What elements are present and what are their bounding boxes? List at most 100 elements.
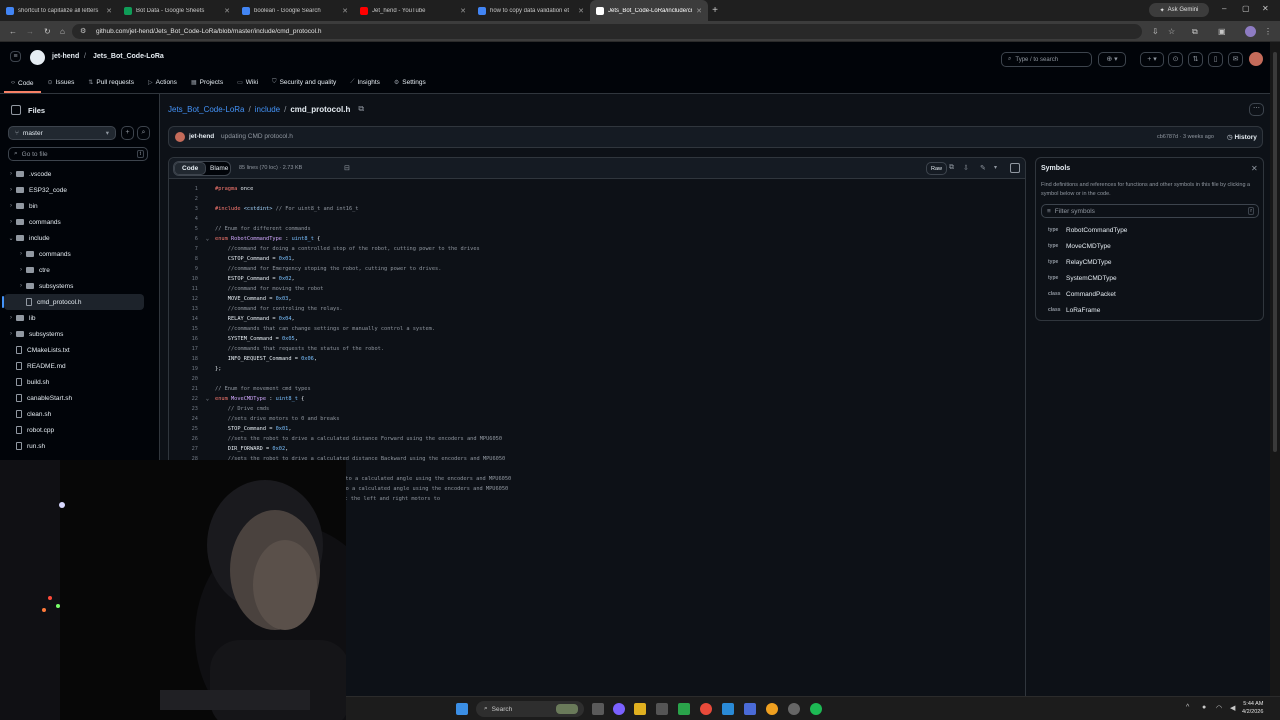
- line-number[interactable]: 25: [169, 426, 200, 432]
- browser-tab[interactable]: shortcut to capitalize all letters ✕: [0, 0, 118, 21]
- close-tab-icon[interactable]: ✕: [342, 7, 348, 15]
- line-number[interactable]: 9: [169, 266, 200, 272]
- symbols-panel-toggle-icon[interactable]: [1010, 163, 1020, 173]
- chrome-icon[interactable]: [766, 703, 778, 715]
- repo-nav-settings[interactable]: ⚙ Settings: [387, 75, 433, 89]
- close-tab-icon[interactable]: ✕: [460, 7, 466, 15]
- file-tree-item[interactable]: › ctre: [0, 262, 158, 278]
- line-number[interactable]: 17: [169, 346, 200, 352]
- file-tree-item[interactable]: run.sh: [0, 438, 158, 454]
- file-tree-item[interactable]: cmd_protocol.h: [2, 294, 144, 310]
- vscode-icon[interactable]: [722, 703, 734, 715]
- issues-icon[interactable]: ⊙: [1168, 52, 1183, 67]
- go-to-file-input[interactable]: ⌕ Go to file t: [8, 147, 148, 161]
- search-files-button[interactable]: ⌕: [137, 126, 150, 140]
- bookmark-star-icon[interactable]: ☆: [1168, 27, 1175, 36]
- edit-dropdown-icon[interactable]: ▾: [994, 164, 997, 171]
- commit-author-link[interactable]: jet-hend: [189, 133, 214, 140]
- file-tree-item[interactable]: ⌄ include: [0, 230, 158, 246]
- taskbar-clock[interactable]: 5:44 AM 4/2/2026: [1242, 700, 1263, 716]
- line-number[interactable]: 19: [169, 366, 200, 372]
- file-tree-item[interactable]: › ESP32_code: [0, 182, 158, 198]
- history-button[interactable]: ◷ History: [1227, 133, 1257, 141]
- symbols-outline-icon[interactable]: ⊟: [344, 164, 350, 172]
- line-number[interactable]: 24: [169, 416, 200, 422]
- browser-tab[interactable]: boolean - Google Search ✕: [236, 0, 354, 21]
- line-number[interactable]: 13: [169, 306, 200, 312]
- file-tree-item[interactable]: › commands: [0, 214, 158, 230]
- edit-pencil-icon[interactable]: ✎: [980, 164, 986, 172]
- repo-nav-pull-requests[interactable]: ⇅ Pull requests: [81, 75, 141, 89]
- tray-chevron-icon[interactable]: ^: [1186, 704, 1189, 711]
- browser-tab[interactable]: how to copy data validation et ✕: [472, 0, 590, 21]
- line-number[interactable]: 7: [169, 246, 200, 252]
- symbol-item[interactable]: type RelayCMDType: [1036, 254, 1263, 270]
- line-number[interactable]: 27: [169, 446, 200, 452]
- microphone-icon[interactable]: ●: [1202, 704, 1206, 711]
- line-number[interactable]: 2: [169, 196, 200, 202]
- symbol-item[interactable]: class LoRaFrame: [1036, 302, 1263, 318]
- more-options-icon[interactable]: ⋯: [1249, 103, 1264, 116]
- app-icon[interactable]: [656, 703, 668, 715]
- line-number[interactable]: 22: [169, 396, 200, 402]
- line-number[interactable]: 26: [169, 436, 200, 442]
- copy-icon[interactable]: ⧉: [949, 164, 954, 172]
- close-tab-icon[interactable]: ✕: [224, 7, 230, 15]
- line-number[interactable]: 8: [169, 256, 200, 262]
- file-tree-item[interactable]: clean.sh: [0, 406, 158, 422]
- user-avatar[interactable]: [1249, 52, 1263, 66]
- file-tree-item[interactable]: › commands: [0, 246, 158, 262]
- task-view-icon[interactable]: [592, 703, 604, 715]
- symbol-item[interactable]: type RobotCommandType: [1036, 222, 1263, 238]
- page-scrollbar[interactable]: [1270, 42, 1280, 696]
- line-number[interactable]: 15: [169, 326, 200, 332]
- repo-nav-code[interactable]: ‹› Code: [4, 75, 41, 93]
- repo-nav-insights[interactable]: ⟋ Insights: [343, 75, 387, 89]
- file-tree-item[interactable]: README.md: [0, 358, 158, 374]
- hamburger-menu-icon[interactable]: ≡: [10, 51, 21, 62]
- taskbar-search[interactable]: ⌕ Search: [476, 701, 584, 717]
- file-explorer-icon[interactable]: [634, 703, 646, 715]
- repo-nav-wiki[interactable]: ▭ Wiki: [230, 75, 265, 89]
- repo-nav-actions[interactable]: ▷ Actions: [141, 75, 184, 89]
- repo-nav-security-and-quality[interactable]: ⛉ Security and quality: [265, 75, 343, 89]
- sidepanel-icon[interactable]: ▣: [1218, 27, 1226, 36]
- download-icon[interactable]: ⇩: [963, 164, 969, 172]
- file-tree-item[interactable]: build.sh: [0, 374, 158, 390]
- home-icon[interactable]: ⌂: [60, 27, 65, 36]
- file-tree-item[interactable]: robot.cpp: [0, 422, 158, 438]
- browser-tab[interactable]: Jet_hend - YouTube ✕: [354, 0, 472, 21]
- close-tab-icon[interactable]: ✕: [106, 7, 112, 15]
- line-number[interactable]: 3: [169, 206, 200, 212]
- reload-icon[interactable]: ↻: [44, 27, 51, 36]
- file-tree-item[interactable]: CMakeLists.txt: [0, 342, 158, 358]
- code-tab[interactable]: Code: [174, 162, 207, 175]
- app-icon[interactable]: [744, 703, 756, 715]
- install-icon[interactable]: ⇩: [1152, 27, 1159, 36]
- extensions-icon[interactable]: ⧉: [1192, 27, 1198, 37]
- file-tree-item[interactable]: canableStart.sh: [0, 390, 158, 406]
- commit-message-link[interactable]: updating CMD protocol.h: [221, 133, 293, 140]
- line-number[interactable]: 10: [169, 276, 200, 282]
- file-tree-item[interactable]: › .vscode: [0, 166, 158, 182]
- line-number[interactable]: 4: [169, 216, 200, 222]
- new-tab-button[interactable]: +: [708, 5, 722, 16]
- repo-name-link[interactable]: Jets_Bot_Code-LoRa: [93, 53, 164, 60]
- add-file-button[interactable]: +: [121, 126, 134, 140]
- scrollbar-thumb[interactable]: [1273, 52, 1277, 452]
- copy-path-icon[interactable]: ⧉: [358, 104, 364, 114]
- fold-chevron-icon[interactable]: ⌄: [200, 396, 215, 402]
- line-number[interactable]: 18: [169, 356, 200, 362]
- line-number[interactable]: 23: [169, 406, 200, 412]
- ask-gemini-button[interactable]: ✦ Ask Gemini: [1149, 3, 1209, 17]
- line-number[interactable]: 1: [169, 186, 200, 192]
- symbol-item[interactable]: type MoveCMDType: [1036, 238, 1263, 254]
- file-tree-item[interactable]: › subsystems: [0, 326, 158, 342]
- line-number[interactable]: 6: [169, 236, 200, 242]
- line-number[interactable]: 12: [169, 296, 200, 302]
- spotify-icon[interactable]: [810, 703, 822, 715]
- back-icon[interactable]: ←: [9, 27, 17, 36]
- start-icon[interactable]: [456, 703, 468, 715]
- site-info-icon[interactable]: ⚙: [80, 27, 86, 35]
- file-tree-item[interactable]: › lib: [0, 310, 158, 326]
